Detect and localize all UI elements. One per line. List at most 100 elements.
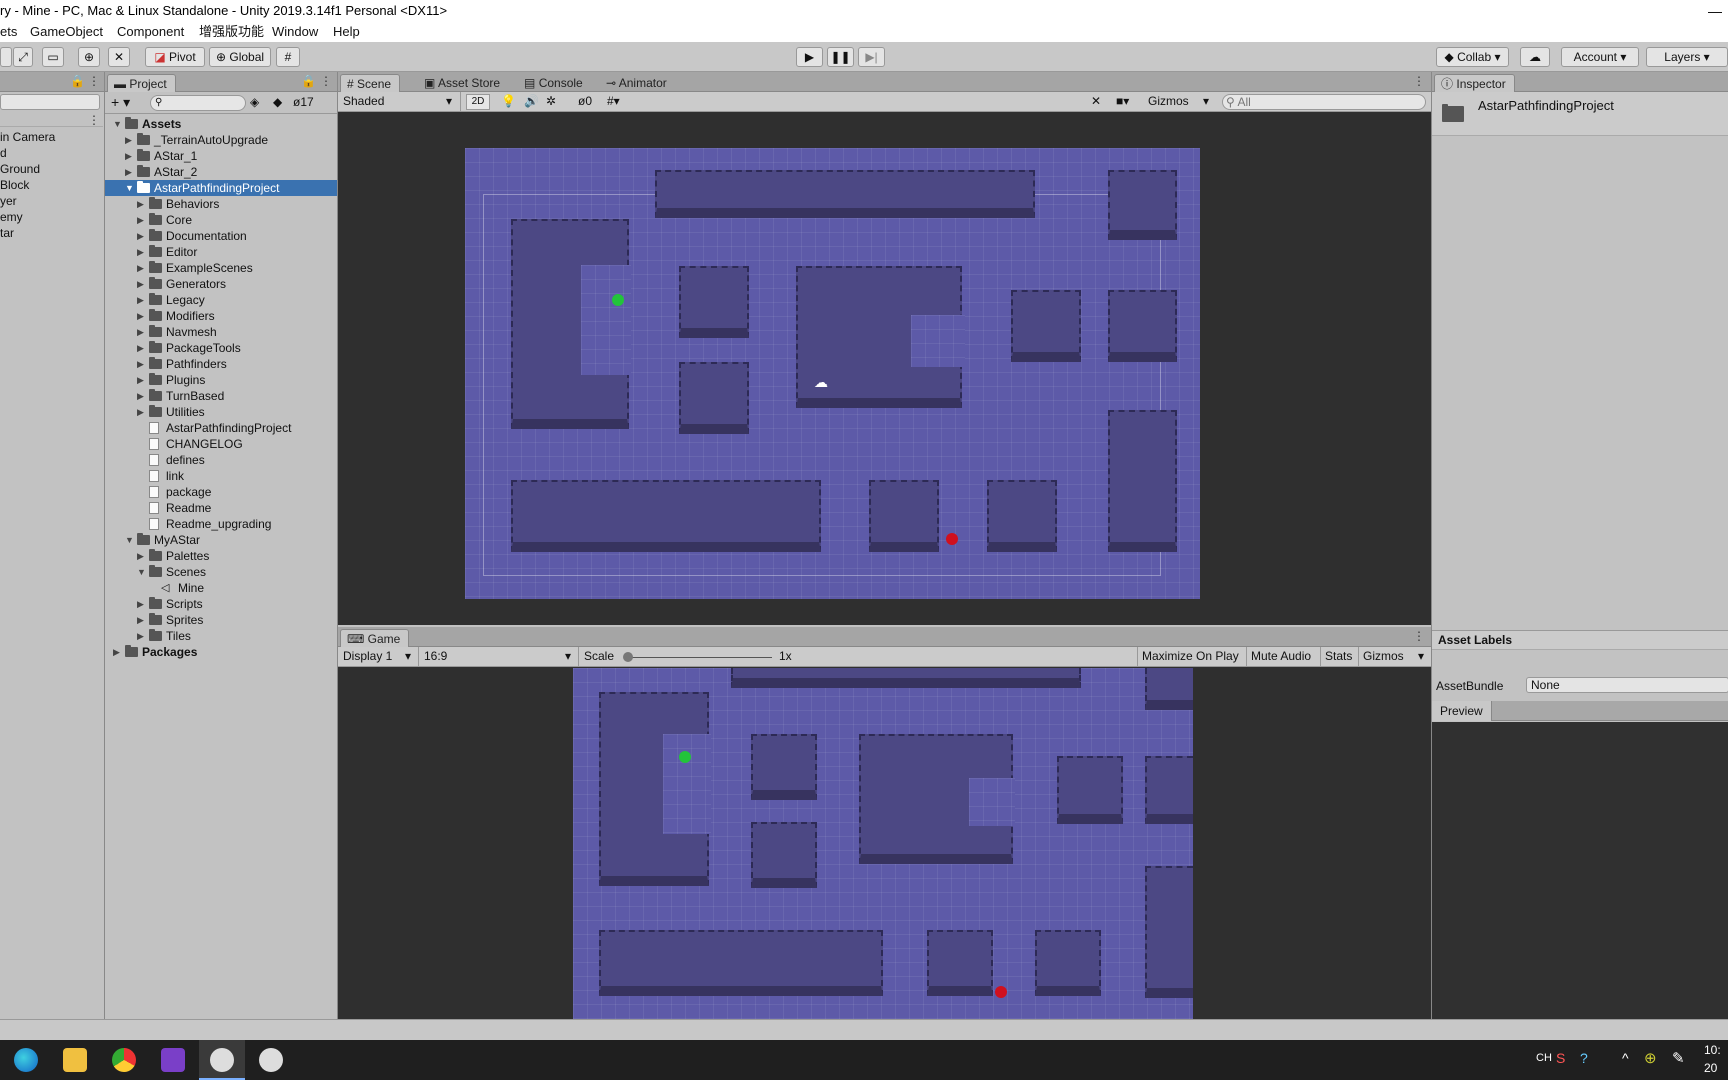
chevron-right-icon[interactable]: ▶	[137, 596, 144, 612]
global-toggle[interactable]: ⊕ Global	[209, 47, 271, 67]
pen-icon[interactable]: ✎	[1672, 1049, 1685, 1067]
chevron-right-icon[interactable]: ▶	[137, 612, 144, 628]
project-tree-item[interactable]: ▶ _TerrainAutoUpgrade	[105, 132, 337, 148]
menu-enhanced[interactable]: 增强版功能	[199, 22, 264, 42]
chevron-right-icon[interactable]: ▶	[125, 148, 132, 164]
project-tree-item[interactable]: ▼ Scenes	[105, 564, 337, 580]
chevron-right-icon[interactable]: ▶	[137, 292, 144, 308]
snap-button[interactable]: #	[276, 47, 300, 67]
scene-search-input[interactable]: ⚲ All	[1222, 94, 1426, 110]
account-dropdown[interactable]: Account ▾	[1561, 47, 1639, 67]
project-tree-item[interactable]: ▶ Sprites	[105, 612, 337, 628]
project-tree-item[interactable]: ▶ Editor	[105, 244, 337, 260]
help-icon[interactable]: ?	[1580, 1050, 1588, 1066]
transform-tool-button[interactable]: ⊕	[78, 47, 100, 67]
hidden-objects-toggle[interactable]: ø0	[575, 94, 592, 110]
chevron-right-icon[interactable]: ▶	[137, 308, 144, 324]
mute-audio-toggle[interactable]: Mute Audio	[1248, 649, 1311, 665]
panel-menu-icon[interactable]: ⋮	[320, 74, 332, 88]
chevron-right-icon[interactable]: ▶	[137, 340, 144, 356]
play-button[interactable]: ▶	[796, 47, 823, 67]
panel-menu-icon[interactable]: ⋮	[1413, 629, 1425, 643]
project-tree-item[interactable]: ▶ AStar_2	[105, 164, 337, 180]
panel-menu-icon[interactable]: ⋮	[1413, 74, 1425, 88]
scene-gizmos-dropdown[interactable]: Gizmos ▾	[1145, 94, 1211, 110]
chevron-right-icon[interactable]: ▶	[137, 196, 144, 212]
menu-component[interactable]: Component	[117, 22, 184, 42]
light-gizmo-icon[interactable]: ☁	[814, 374, 828, 391]
menu-gameobject[interactable]: GameObject	[30, 22, 103, 42]
asset-bundle-dropdown[interactable]: None	[1526, 677, 1728, 693]
tab-project[interactable]: ▬ Project	[107, 74, 176, 92]
project-tree-item[interactable]: ▶ TurnBased	[105, 388, 337, 404]
project-tree-item[interactable]: ▶ Plugins	[105, 372, 337, 388]
scale-tool-button[interactable]: ⤢	[13, 47, 33, 67]
project-tree-item[interactable]: ▶ Tiles	[105, 628, 337, 644]
project-tree-item[interactable]: ◁ Mine	[105, 580, 337, 596]
project-search-input[interactable]: ⚲	[150, 95, 246, 111]
preview-header[interactable]: Preview	[1432, 701, 1728, 721]
lock-icon[interactable]: 🔒	[301, 74, 316, 88]
start-marker[interactable]	[612, 294, 624, 306]
tab-asset-store[interactable]: ▣ Asset Store	[418, 74, 508, 92]
create-button[interactable]: + ▾	[111, 94, 130, 111]
project-tree-item[interactable]: Readme_upgrading	[105, 516, 337, 532]
clock-time[interactable]: 10:	[1704, 1043, 1721, 1057]
project-tree-item[interactable]: ▶ Core	[105, 212, 337, 228]
project-tree-item[interactable]: ▶ Documentation	[105, 228, 337, 244]
project-tree-item[interactable]: ▶ Legacy	[105, 292, 337, 308]
menu-help[interactable]: Help	[333, 22, 360, 42]
hand-tool-button[interactable]	[0, 47, 12, 67]
tab-animator[interactable]: ⊸ Animator	[600, 74, 675, 92]
clock-date[interactable]: 20	[1704, 1061, 1717, 1075]
project-tree-item[interactable]: link	[105, 468, 337, 484]
tools-icon[interactable]: ✕	[1088, 94, 1101, 110]
chevron-down-icon[interactable]: ▼	[137, 564, 146, 580]
chevron-right-icon[interactable]: ▶	[137, 356, 144, 372]
minimize-button[interactable]: —	[1708, 0, 1722, 22]
chevron-right-icon[interactable]: ▶	[137, 276, 144, 292]
chevron-right-icon[interactable]: ▶	[137, 404, 144, 420]
collab-dropdown[interactable]: ◆ Collab ▾	[1436, 47, 1509, 67]
project-tree-item[interactable]: ▶ Navmesh	[105, 324, 337, 340]
chrome-icon[interactable]	[112, 1048, 136, 1072]
stats-toggle[interactable]: Stats	[1322, 649, 1352, 665]
chevron-right-icon[interactable]: ▶	[137, 628, 144, 644]
menu-window[interactable]: Window	[272, 22, 318, 42]
scale-slider-thumb[interactable]	[623, 652, 633, 662]
file-explorer-icon[interactable]	[63, 1048, 87, 1072]
project-tree-item[interactable]: AstarPathfindingProject	[105, 420, 337, 436]
chevron-down-icon[interactable]: ▼	[113, 116, 122, 132]
project-tree-item[interactable]: ▼ AstarPathfindingProject	[105, 180, 337, 196]
project-tree-item[interactable]: ▶ Generators	[105, 276, 337, 292]
tray-expand-icon[interactable]: ^	[1622, 1050, 1629, 1066]
audio-icon[interactable]: 🔊	[521, 94, 539, 110]
project-tree-item[interactable]: ▼ Assets	[105, 116, 337, 132]
layers-dropdown[interactable]: Layers ▾	[1646, 47, 1728, 67]
chevron-right-icon[interactable]: ▶	[137, 212, 144, 228]
chevron-right-icon[interactable]: ▶	[125, 164, 132, 180]
tab-inspector[interactable]: ⓘ Inspector	[1434, 74, 1515, 92]
rect-tool-button[interactable]: ▭	[42, 47, 64, 67]
chevron-right-icon[interactable]: ▶	[137, 244, 144, 260]
project-tree-item[interactable]: CHANGELOG	[105, 436, 337, 452]
chevron-down-icon[interactable]: ▼	[125, 532, 134, 548]
2d-toggle[interactable]: 2D	[466, 94, 490, 110]
chevron-right-icon[interactable]: ▶	[137, 388, 144, 404]
scene-tilemap[interactable]: ☁	[465, 148, 1200, 599]
project-tree-item[interactable]: ▶ ExampleScenes	[105, 260, 337, 276]
sogou-icon[interactable]: S	[1556, 1050, 1565, 1066]
project-tree-item[interactable]: ▶ Behaviors	[105, 196, 337, 212]
hierarchy-search-input[interactable]	[0, 94, 100, 110]
cloud-button[interactable]: ☁	[1520, 47, 1550, 67]
shading-dropdown[interactable]: Shaded ▾	[340, 94, 456, 110]
panel-menu-icon[interactable]: ⋮	[88, 74, 100, 88]
maximize-on-play-toggle[interactable]: Maximize On Play	[1139, 649, 1239, 665]
tab-console[interactable]: ▤ Console	[518, 74, 591, 92]
project-tree-item[interactable]: ▶ Modifiers	[105, 308, 337, 324]
end-marker[interactable]	[946, 533, 958, 545]
ime-indicator[interactable]: CH	[1536, 1052, 1552, 1064]
aspect-dropdown[interactable]: 16:9 ▾	[421, 649, 575, 665]
pause-button[interactable]: ❚❚	[827, 47, 854, 67]
chevron-right-icon[interactable]: ▶	[137, 548, 144, 564]
